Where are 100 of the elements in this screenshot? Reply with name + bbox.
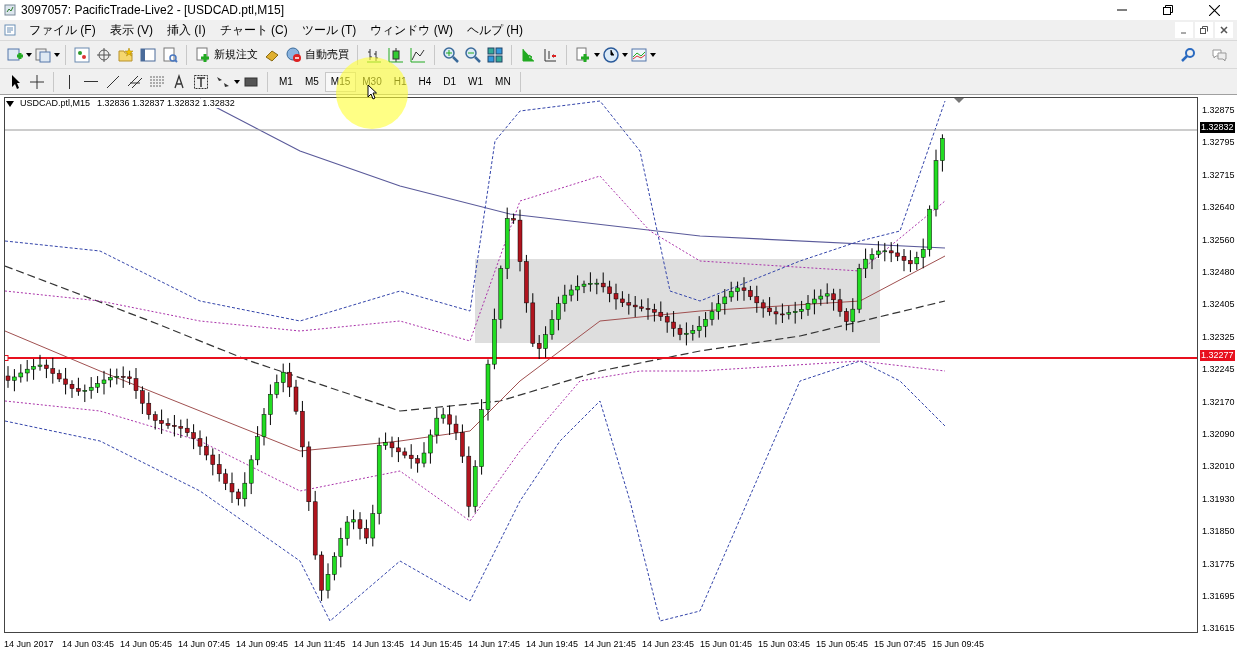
price-label: 1.32325 [1202,332,1235,342]
menu-item[interactable]: ウィンドウ (W) [363,20,460,40]
price-label: 1.32560 [1202,235,1235,245]
timeframe-tab[interactable]: D1 [437,71,463,92]
menu-item[interactable]: ファイル (F) [22,20,103,40]
time-label: 15 Jun 07:45 [874,638,928,649]
new-order-button[interactable]: 新規注文 [192,43,261,66]
zoom-in-icon [443,46,459,63]
restore-icon [1163,5,1173,15]
horizontal-line-icon [84,81,98,82]
crosshair-icon [29,73,45,90]
auto-scroll-icon [542,46,558,63]
menu-item[interactable]: 表示 (V) [102,20,160,40]
restore-button[interactable] [1195,22,1213,38]
chart-shift-marker-icon [954,98,964,103]
time-label: 15 Jun 03:45 [758,638,812,649]
timeframe-tab[interactable]: H4 [412,71,438,92]
time-label: 14 Jun 19:45 [526,638,580,649]
time-label: 15 Jun 01:45 [700,638,754,649]
price-label: 1.31695 [1202,592,1235,601]
close-icon [1208,4,1220,16]
symbol-label: USDCAD.ptl,M15 [20,99,91,108]
time-label: 15 Jun 05:45 [816,638,870,649]
timeframe-tab[interactable]: M15 [324,71,357,92]
price-label: 1.31615 [1202,624,1235,634]
price-label: 1.32875 [1202,106,1235,115]
price-label: 1.31775 [1202,559,1235,569]
app-icon [4,4,16,16]
periods-icon [603,46,619,63]
price-label: 1.32640 [1202,203,1235,213]
dropdown-caret-icon[interactable] [54,52,60,57]
dropdown-caret-icon[interactable] [594,52,600,57]
text-icon [171,73,187,90]
chart-window-icon [4,24,16,36]
time-label: 14 Jun 2017 [4,638,55,649]
vertical-line-icon [69,74,70,89]
time-label: 14 Jun 17:45 [468,638,522,649]
quote-values: 1.32836 1.32837 1.32832 1.32832 [96,99,236,108]
time-label: 14 Jun 11:45 [294,638,347,649]
menu-item[interactable]: ツール (T) [294,20,364,40]
current-price-label: 1.32832 [1200,122,1235,133]
price-label: 1.31930 [1202,494,1235,504]
market-watch-icon [74,46,90,63]
time-label: 14 Jun 03:45 [62,638,116,649]
channel-icon [127,73,143,90]
search-icon [1180,46,1196,63]
dropdown-caret-icon[interactable] [622,52,628,57]
timeframe-tab[interactable]: MN [489,71,517,92]
line-chart-icon [410,46,426,63]
time-label: 14 Jun 21:45 [584,638,638,649]
menu-item[interactable]: ヘルプ (H) [460,20,530,40]
bar-chart-icon [366,46,382,63]
time-label: 14 Jun 09:45 [236,638,290,649]
dropdown-caret-icon[interactable] [26,52,32,57]
menu-item[interactable]: 挿入 (I) [160,20,213,40]
close-button[interactable] [1215,22,1233,38]
close-icon [1220,26,1228,34]
fibonacci-icon [149,73,165,90]
price-label: 1.32090 [1202,430,1235,439]
restore-icon [1200,26,1208,34]
zoom-out-icon [465,46,481,63]
price-label: 1.32010 [1202,462,1235,472]
auto-trading-icon [286,46,302,63]
time-label: 15 Jun 09:45 [932,638,986,649]
trendline-icon [105,73,121,90]
price-label: 1.32795 [1202,138,1235,148]
time-label: 14 Jun 05:45 [120,638,174,649]
time-label: 14 Jun 07:45 [178,638,232,649]
dropdown-caret-icon[interactable] [234,79,240,84]
timeframe-tab[interactable]: W1 [462,71,490,92]
price-label: 1.32715 [1202,170,1235,180]
dropdown-caret-icon[interactable] [650,52,656,57]
document-plus-icon [195,46,211,63]
time-label: 14 Jun 13:45 [352,638,406,649]
price-label: 1.32170 [1202,397,1235,407]
time-label: 14 Jun 23:45 [642,638,696,649]
timeframe-tab[interactable]: M1 [273,71,299,92]
price-label: 1.31850 [1202,527,1235,537]
price-label: 1.32480 [1202,268,1235,277]
price-label: 1.32405 [1202,300,1235,310]
indicators-icon [575,46,591,63]
candlestick-chart-icon [388,46,404,63]
tester-icon [162,46,178,63]
line-price-label: 1.32277 [1200,350,1235,361]
price-label: 1.32245 [1202,365,1235,375]
panel-icon [140,46,156,63]
crosshair-icon [96,46,112,63]
text-label-icon [193,73,209,90]
auto-trading-button[interactable]: 自動売買 [283,43,352,66]
templates-icon [631,46,647,63]
menu-item[interactable]: チャート (C) [212,20,295,40]
new-chart-icon [7,46,23,63]
chart-shift-icon [520,46,536,63]
time-label: 14 Jun 15:45 [410,638,464,649]
collapse-triangle-icon[interactable] [6,100,14,107]
profiles-icon [35,46,51,63]
tile-windows-icon [487,46,503,63]
folder-star-icon [118,46,134,63]
horizontal-price-line[interactable] [5,355,1197,361]
timeframe-tab[interactable]: M5 [298,71,325,92]
